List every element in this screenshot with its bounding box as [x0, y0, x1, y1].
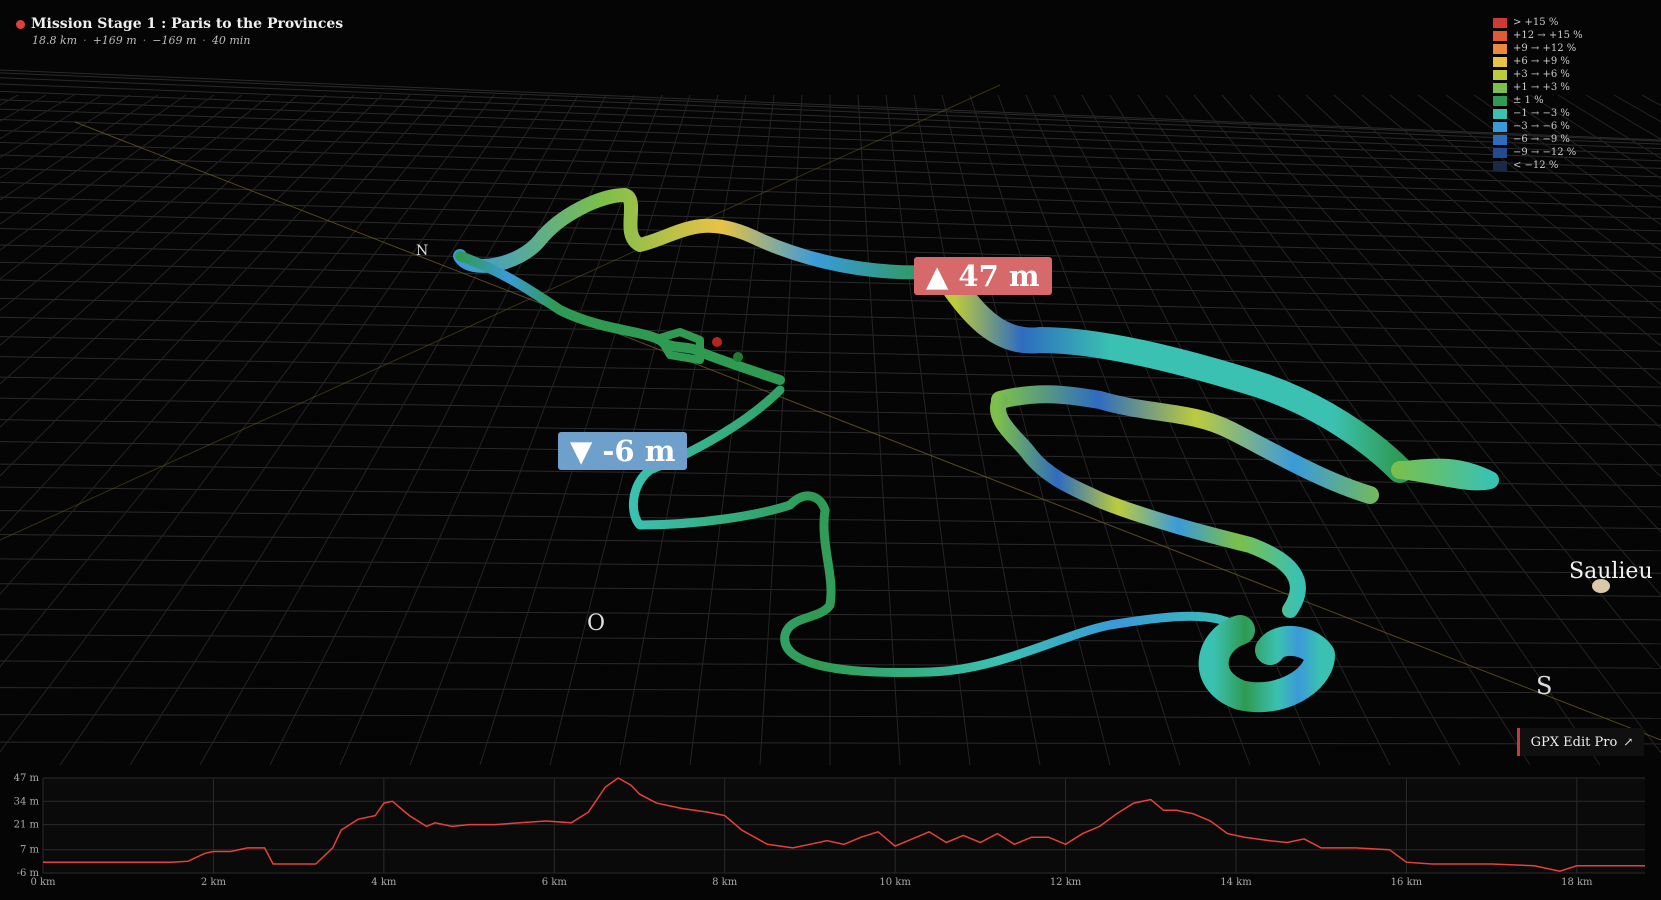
x-tick-label: 8 km	[712, 877, 738, 888]
grid-line	[1333, 94, 1661, 386]
x-tick-label: 4 km	[371, 877, 397, 888]
legend-label: < −12 %	[1513, 160, 1559, 171]
x-tick-label: 10 km	[879, 877, 911, 888]
y-tick-label: 7 m	[20, 845, 40, 856]
legend-swatch	[1493, 82, 1507, 93]
legend-label: +3 → +6 %	[1513, 69, 1570, 80]
grid-line	[0, 94, 355, 428]
max-elevation-badge: ▲ 47 m	[914, 257, 1052, 295]
grid-line	[0, 94, 467, 668]
grid-line	[0, 94, 19, 106]
gradient-legend: > +15 % +12 → +15 % +9 → +12 % +6 → +9 % +3 …	[1493, 16, 1583, 172]
legend-swatch	[1493, 121, 1507, 132]
axis-line	[0, 84, 1001, 541]
x-tick-label: 2 km	[201, 877, 227, 888]
x-tick-label: 16 km	[1391, 877, 1423, 888]
grid-line	[1193, 94, 1661, 669]
grid-line	[0, 94, 103, 159]
3d-route-scene[interactable]	[0, 0, 1661, 765]
route-title: Mission Stage 1 : Paris to the Provinces	[31, 16, 344, 32]
arrow-up-right-icon: ↗	[1623, 735, 1634, 749]
x-tick-label: 14 km	[1220, 877, 1252, 888]
x-tick-label: 18 km	[1561, 877, 1593, 888]
legend-swatch	[1493, 134, 1507, 145]
legend-item: −6 → −9 %	[1493, 133, 1583, 146]
ground-grid	[0, 69, 1661, 765]
legend-item: +9 → +12 %	[1493, 42, 1583, 55]
legend-item: +12 → +15 %	[1493, 29, 1583, 42]
stat-duration: 40 min	[211, 34, 251, 47]
route-segment	[990, 392, 1306, 618]
grid-line	[1361, 94, 1661, 347]
legend-item: > +15 %	[1493, 16, 1583, 29]
legend-item: +6 → +9 %	[1493, 55, 1583, 68]
grid-line	[1389, 94, 1661, 312]
legend-item: +3 → +6 %	[1493, 68, 1583, 81]
legend-label: ± 1 %	[1513, 95, 1544, 106]
route-segment	[453, 188, 942, 280]
compass-west-label: O	[587, 611, 606, 636]
route-header: Mission Stage 1 : Paris to the Provinces…	[16, 16, 343, 47]
grid-line	[0, 94, 215, 251]
y-tick-label: 21 m	[14, 820, 40, 831]
min-elevation-badge: ▼ -6 m	[558, 432, 688, 470]
legend-item: −9 → −12 %	[1493, 146, 1583, 159]
city-label: Saulieu	[1569, 559, 1653, 584]
elevation-profile-chart[interactable]: 47 m34 m21 m7 m-6 m0 km 2 km 4 km 6 km 8 km 1…	[0, 770, 1661, 900]
legend-item: ± 1 %	[1493, 94, 1583, 107]
legend-item: −3 → −6 %	[1493, 120, 1583, 133]
legend-label: −3 → −6 %	[1513, 121, 1570, 132]
legend-item: −1 → −3 %	[1493, 107, 1583, 120]
x-tick-label: 0 km	[30, 877, 56, 888]
status-dot-icon	[16, 19, 25, 29]
legend-swatch	[1493, 43, 1507, 54]
legend-swatch	[1493, 69, 1507, 80]
legend-swatch	[1493, 56, 1507, 67]
x-tick-label: 12 km	[1050, 877, 1082, 888]
route-segment	[628, 385, 1245, 677]
y-tick-label: 47 m	[14, 773, 40, 784]
grid-line	[59, 94, 523, 765]
legend-label: +6 → +9 %	[1513, 56, 1570, 67]
compass-north-label: N	[416, 243, 429, 259]
plot-area	[43, 778, 1645, 873]
brand-label: GPX Edit Pro	[1530, 734, 1618, 750]
grid-line	[0, 94, 411, 532]
legend-label: +1 → +3 %	[1513, 82, 1570, 93]
route-segment	[1198, 615, 1335, 713]
end-marker[interactable]	[733, 352, 743, 362]
grid-line	[199, 94, 579, 765]
legend-label: +9 → +12 %	[1513, 43, 1577, 54]
legend-label: −1 → −3 %	[1513, 108, 1570, 119]
grid-line	[0, 94, 383, 477]
brand-link-button[interactable]: GPX Edit Pro ↗	[1517, 728, 1644, 756]
legend-item: +1 → +3 %	[1493, 81, 1583, 94]
x-tick-label: 6 km	[542, 877, 568, 888]
legend-swatch	[1493, 160, 1507, 171]
grid-line	[0, 94, 327, 385]
legend-item: < −12 %	[1493, 159, 1583, 172]
start-marker[interactable]	[712, 337, 722, 347]
grid-line	[0, 94, 299, 346]
legend-swatch	[1493, 95, 1507, 106]
legend-label: −6 → −9 %	[1513, 134, 1570, 145]
legend-label: +12 → +15 %	[1513, 30, 1583, 41]
stat-climb: +169 m	[92, 34, 137, 47]
legend-swatch	[1493, 17, 1507, 28]
legend-label: > +15 %	[1513, 17, 1559, 28]
grid-line	[0, 94, 75, 140]
compass-south-label: S	[1536, 672, 1553, 700]
legend-label: −9 → −12 %	[1513, 147, 1577, 158]
legend-swatch	[1493, 147, 1507, 158]
grid-line	[0, 94, 243, 280]
grid-line	[0, 94, 187, 225]
stat-distance: 18.8 km	[32, 34, 78, 47]
legend-swatch	[1493, 108, 1507, 119]
grid-line	[0, 94, 159, 201]
legend-swatch	[1493, 30, 1507, 41]
axis-line	[74, 121, 1661, 741]
y-tick-label: 34 m	[14, 796, 40, 807]
route-stats: 18.8 km · +169 m · −169 m · 40 min	[32, 34, 251, 47]
stat-descent: −169 m	[152, 34, 197, 47]
